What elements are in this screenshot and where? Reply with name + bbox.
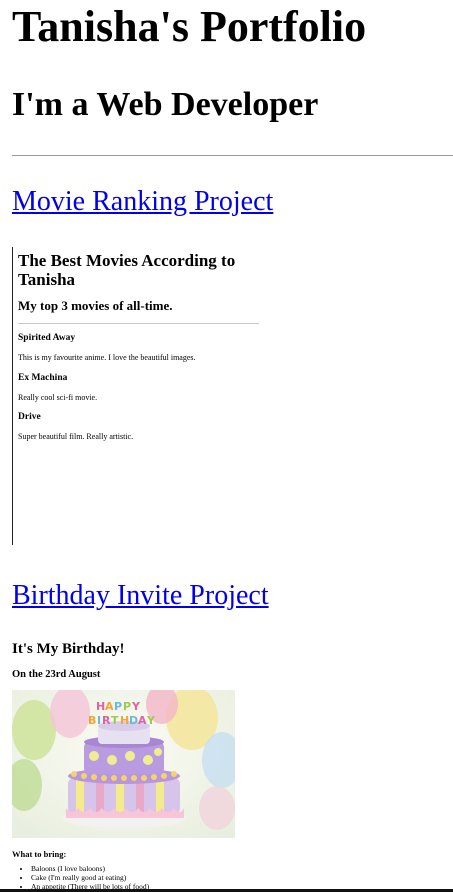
svg-text:A: A [138, 714, 147, 727]
birthday-embed-date: On the 23rd August [12, 669, 101, 680]
header-divider [12, 155, 453, 156]
movie-desc-1: This is my favourite anime. I love the b… [18, 353, 196, 362]
svg-text:H: H [120, 714, 129, 727]
bring-list: Baloons (I love baloons) Cake (I'm reall… [12, 864, 149, 891]
movie-ranking-embed[interactable]: The Best Movies According to Tanisha My … [12, 247, 273, 545]
svg-text:Y: Y [131, 700, 141, 713]
birthday-embed-title: It's My Birthday! [12, 641, 125, 657]
movie-desc-3: Super beautiful film. Really artistic. [18, 432, 134, 441]
movie-embed-subtitle: My top 3 movies of all-time. [18, 298, 173, 313]
svg-text:D: D [129, 714, 138, 727]
svg-text:P: P [114, 700, 122, 713]
svg-text:B: B [88, 714, 96, 727]
page-title: Tanisha's Portfolio [12, 2, 367, 51]
list-item: Cake (I'm really good at eating) [31, 873, 149, 882]
svg-text:Y: Y [146, 714, 156, 727]
svg-text:I: I [97, 714, 101, 727]
svg-text:A: A [105, 700, 114, 713]
movie-ranking-project-link[interactable]: Movie Ranking Project [12, 185, 273, 219]
movie-title-2: Ex Machina [18, 373, 68, 383]
movie-title-1: Spirited Away [18, 333, 76, 343]
svg-text:H: H [96, 700, 105, 713]
svg-text:R: R [102, 714, 111, 727]
what-to-bring-heading: What to bring: [12, 849, 67, 859]
svg-text:P: P [123, 700, 131, 713]
birthday-cake-image: H A P P Y B I R T H D A Y [12, 690, 235, 838]
birthday-invite-project-link[interactable]: Birthday Invite Project [12, 579, 269, 613]
svg-text:T: T [111, 714, 119, 727]
movie-embed-title: The Best Movies According to Tanisha [18, 251, 236, 289]
movie-desc-2: Really cool sci-fi movie. [18, 393, 98, 402]
page-tagline: I'm a Web Developer [12, 86, 319, 123]
movie-title-3: Drive [18, 412, 41, 422]
movie-embed-divider [18, 323, 259, 324]
list-item: Baloons (I love baloons) [31, 864, 149, 873]
